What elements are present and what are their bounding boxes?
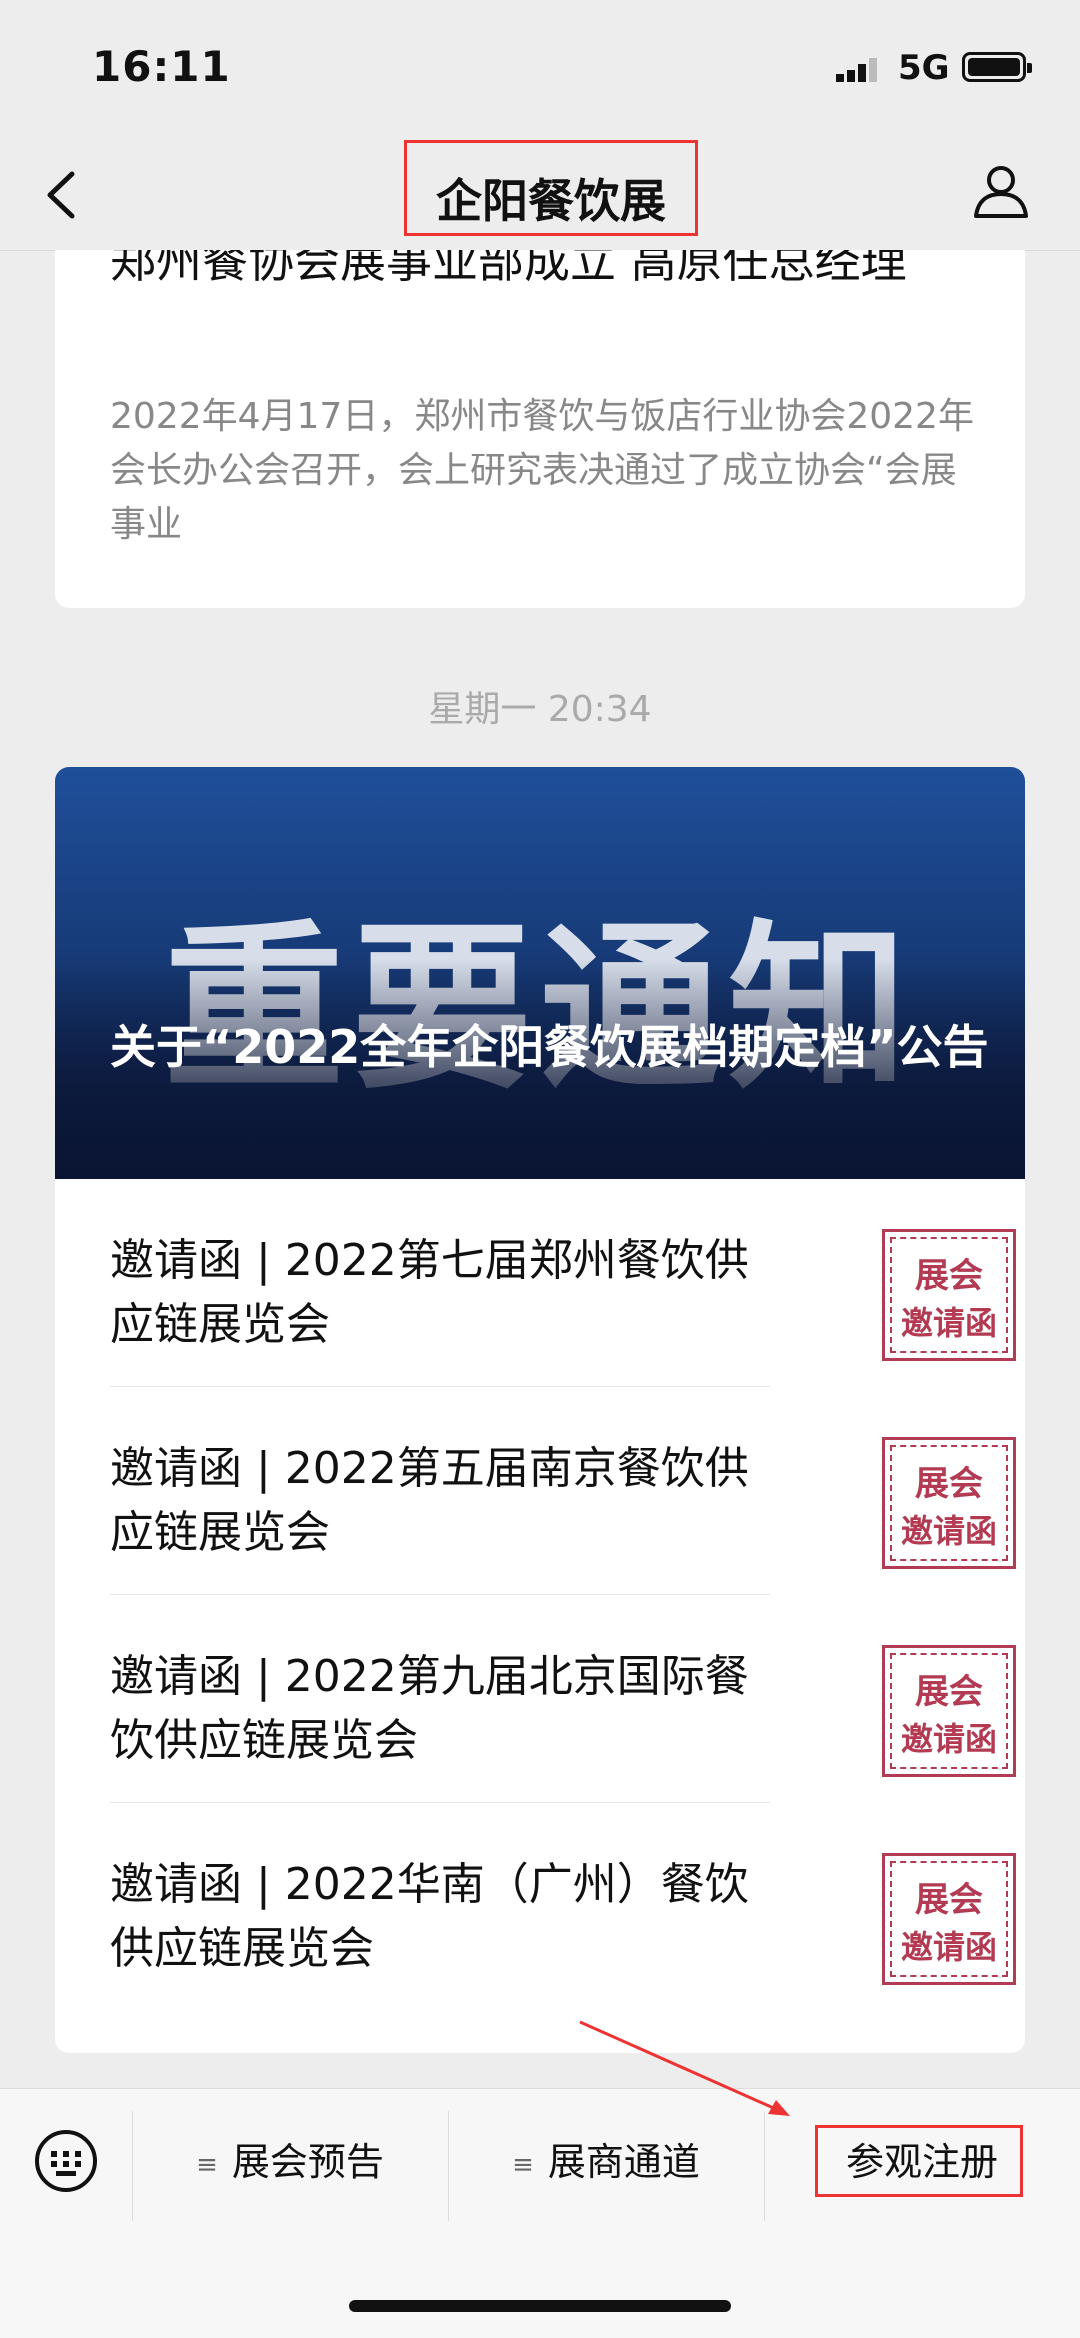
status-bar: 16:11 5G xyxy=(0,0,1080,140)
article-card[interactable]: 郑州餐协会展事业部成立 高原任总经理 2022年4月17日，郑州市餐饮与饭店行业… xyxy=(55,250,1025,608)
person-icon[interactable] xyxy=(972,162,1030,220)
invitation-thumbnail: 展会 邀请函 xyxy=(882,1853,1016,1985)
list-item-title: 邀请函 | 2022第七届郑州餐饮供应链展览会 xyxy=(110,1235,749,1350)
article-group-card: 重要通知 关于“2022全年企阳餐饮展档期定档”公告 邀请函 | 2022第七届… xyxy=(55,767,1025,2053)
invitation-thumbnail: 展会 邀请函 xyxy=(882,1229,1016,1361)
menu-item-exhibitor-channel[interactable]: ≡ 展商通道 xyxy=(448,2129,764,2195)
keyboard-icon[interactable] xyxy=(34,2129,98,2193)
list-item[interactable]: 邀请函 | 2022第五届南京餐饮供应链展览会 展会 邀请函 xyxy=(110,1387,1016,1595)
menu-list-icon: ≡ xyxy=(512,2149,534,2180)
network-type: 5G xyxy=(898,48,950,88)
title-highlight-box: 企阳餐饮展 xyxy=(404,140,698,236)
home-indicator[interactable] xyxy=(349,2300,731,2312)
invitation-thumbnail: 展会 邀请函 xyxy=(882,1437,1016,1569)
article-title: 郑州餐协会展事业部成立 高原任总经理 xyxy=(110,250,907,288)
menu-item-exhibition-preview[interactable]: ≡ 展会预告 xyxy=(132,2129,448,2195)
message-timestamp: 星期一 20:34 xyxy=(428,689,652,730)
list-item[interactable]: 邀请函 | 2022第七届郑州餐饮供应链展览会 展会 邀请函 xyxy=(110,1179,1016,1387)
list-item-title: 邀请函 | 2022华南（广州）餐饮供应链展览会 xyxy=(110,1859,749,1974)
list-item[interactable]: 邀请函 | 2022华南（广州）餐饮供应链展览会 展会 邀请函 xyxy=(110,1803,1016,2011)
battery-icon xyxy=(962,52,1032,82)
list-item-title: 邀请函 | 2022第五届南京餐饮供应链展览会 xyxy=(110,1443,749,1558)
menu-item-visit-registration[interactable]: 参观注册 xyxy=(764,2129,1080,2195)
menu-list-icon: ≡ xyxy=(196,2149,218,2180)
signal-icon xyxy=(836,58,877,82)
status-time: 16:11 xyxy=(92,42,231,91)
hero-article[interactable]: 重要通知 关于“2022全年企阳餐饮展档期定档”公告 xyxy=(55,767,1025,1179)
list-item-title: 邀请函 | 2022第九届北京国际餐饮供应链展览会 xyxy=(110,1651,749,1766)
list-item[interactable]: 邀请函 | 2022第九届北京国际餐饮供应链展览会 展会 邀请函 xyxy=(110,1595,1016,1803)
nav-bar: 企阳餐饮展 xyxy=(0,140,1080,251)
article-summary: 2022年4月17日，郑州市餐饮与饭店行业协会2022年会长办公会召开，会上研究… xyxy=(110,396,974,545)
page-title: 企阳餐饮展 xyxy=(436,174,666,228)
back-arrow-icon[interactable] xyxy=(42,168,82,222)
hero-article-title: 关于“2022全年企阳餐饮展档期定档”公告 xyxy=(110,1020,989,1074)
invitation-thumbnail: 展会 邀请函 xyxy=(882,1645,1016,1777)
